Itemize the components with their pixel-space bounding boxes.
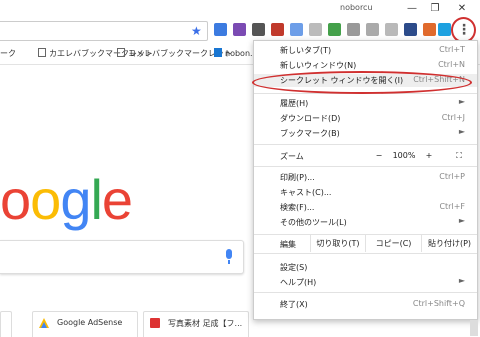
extension-translate-icon[interactable] [214,23,227,36]
tile-title: 写真素材 足成【フ... [168,319,243,328]
close-button[interactable]: ✕ [451,2,473,15]
extension-print-icon[interactable] [252,23,265,36]
cut-button[interactable]: 切り取り(T) [310,235,365,252]
submenu-arrow-icon: ► [458,97,465,106]
scrollbar[interactable] [470,320,478,336]
extension-globe-icon[interactable] [385,23,398,36]
menu-zoom-row: ズーム − 100% + ⛶ [254,147,477,164]
page-icon [117,48,125,57]
menu-item-find[interactable]: 検索(F)... Ctrl+F [254,201,477,214]
menu-item-cast[interactable]: キャスト(C)... [254,186,477,199]
extension-page-icon[interactable] [309,23,322,36]
extension-s-icon[interactable] [438,23,451,36]
bookmark-item[interactable]: ーク [0,48,16,59]
photo-site-icon [150,318,160,328]
menu-item-history[interactable]: 履歴(H) ► [254,97,477,110]
submenu-arrow-icon: ► [458,216,465,225]
adsense-icon [39,318,49,328]
bookmark-star-icon[interactable]: ★ [191,24,202,38]
extension-pdf-icon[interactable] [271,23,284,36]
tile-title: Google AdSense [57,318,123,327]
restore-button[interactable]: ❐ [424,2,446,15]
submenu-arrow-icon: ► [458,276,465,285]
menu-item-more-tools[interactable]: その他のツール(L) ► [254,216,477,229]
most-visited-tile[interactable]: Google AdSense [32,311,138,337]
address-bar[interactable]: ★ [0,21,208,41]
menu-separator [254,292,477,293]
menu-item-settings[interactable]: 設定(S) [254,261,477,274]
menu-edit-row: 編集 切り取り(T) コピー(C) 貼り付け(P) [254,235,477,252]
search-input[interactable] [0,240,244,274]
incognito-highlight-ring [252,71,472,94]
extension-gear-icon[interactable] [347,23,360,36]
blog-icon [214,48,222,57]
fullscreen-icon[interactable]: ⛶ [452,147,466,164]
google-logo: oogle [0,168,133,231]
logo-letter: e [101,168,133,231]
menu-separator [254,144,477,145]
zoom-out-button[interactable]: − [372,147,386,164]
title-bar: noborcu — ❐ ✕ [0,0,480,17]
zoom-in-button[interactable]: + [422,147,436,164]
microphone-stand [228,260,230,264]
menu-item-exit[interactable]: 終了(X) Ctrl+Shift+Q [254,298,477,311]
most-visited-tile[interactable] [0,311,12,337]
extension-gray-icon[interactable] [290,23,303,36]
profile-name[interactable]: noborcu [340,3,373,12]
bookmark-item[interactable]: nobon... [214,48,258,58]
logo-letter: o [30,168,61,231]
menu-item-downloads[interactable]: ダウンロード(D) Ctrl+J [254,112,477,125]
paste-button[interactable]: 貼り付け(P) [421,235,477,252]
logo-letter: o [0,168,31,231]
logo-letter: l [90,168,102,231]
menu-item-help[interactable]: ヘルプ(H) ► [254,276,477,289]
menu-item-print[interactable]: 印刷(P)... Ctrl+P [254,171,477,184]
most-visited-tile[interactable]: 写真素材 足成【フ... [143,311,249,337]
menu-separator [254,166,477,167]
extension-orange-icon[interactable] [423,23,436,36]
submenu-arrow-icon: ► [458,127,465,136]
menu-item-bookmarks[interactable]: ブックマーク(B) ► [254,127,477,140]
minimize-button[interactable]: — [401,2,423,15]
menu-separator [254,253,477,254]
zoom-level: 100% [392,151,416,160]
extension-onenote-icon[interactable] [233,23,246,36]
extension-tool-icon[interactable] [366,23,379,36]
page-icon [38,48,46,57]
extension-clover-icon[interactable] [328,23,341,36]
extension-star-icon[interactable] [404,23,417,36]
microphone-icon[interactable] [226,249,232,259]
logo-letter: g [60,168,91,231]
menu-item-new-tab[interactable]: 新しいタブ(T) Ctrl+T [254,44,477,57]
copy-button[interactable]: コピー(C) [365,235,421,252]
